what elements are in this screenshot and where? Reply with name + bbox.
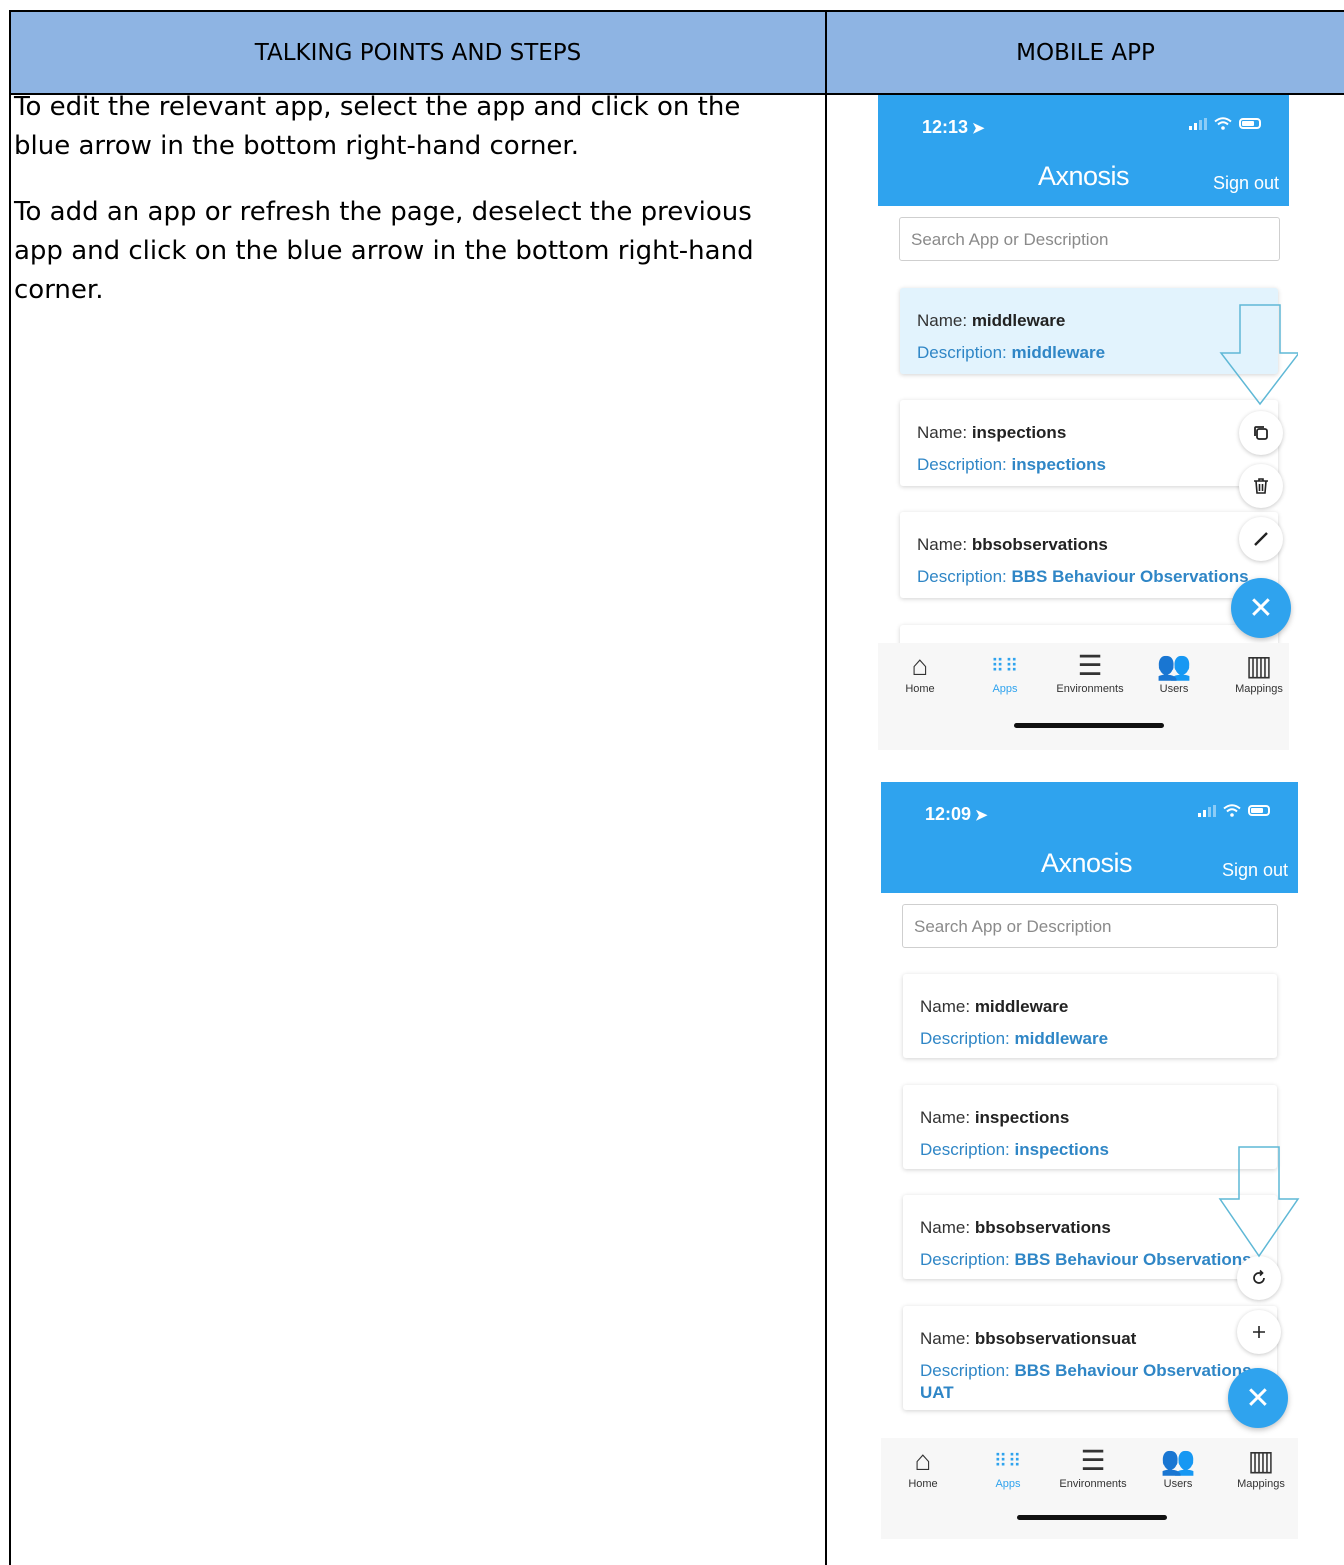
wifi-icon (1223, 804, 1241, 817)
apps-grid-icon: ⠿⠿ (993, 1451, 1023, 1471)
location-arrow-icon: ➤ (975, 807, 988, 824)
header-mobile-app: MOBILE APP (825, 10, 1344, 95)
axnosis-logo: Axnosis (1041, 848, 1133, 878)
header-talking-points: TALKING POINTS AND STEPS (9, 10, 827, 95)
status-icons (1189, 117, 1261, 130)
search-input[interactable]: Search App or Description (902, 904, 1278, 948)
bottom-tab-bar: ⌂ Home ⠿⠿ Apps ☰ Environments 👥 Users ▥ Mappi… (878, 643, 1289, 750)
location-arrow-icon: ➤ (972, 120, 985, 137)
tab-mappings[interactable]: ▥ Mappings (1219, 1444, 1301, 1490)
home-icon: ⌂ (911, 650, 929, 681)
app-name: middleware (971, 311, 1066, 330)
tab-users[interactable]: 👥 Users (1132, 649, 1216, 695)
status-time: 12:13 ➤ (922, 117, 985, 137)
users-icon: 👥 (1156, 650, 1192, 681)
tab-environments[interactable]: ☰ Environments (1051, 1444, 1135, 1490)
phone-screenshot-add-refresh: 12:09 ➤ Axnosis Sign out Search App or De… (881, 782, 1301, 1539)
home-indicator (1017, 1515, 1167, 1520)
annotation-arrow-icon (1218, 1146, 1300, 1258)
app-card[interactable]: Name: inspections Description: inspectio… (900, 400, 1278, 486)
app-name: middleware (974, 997, 1069, 1016)
copy-icon[interactable] (1239, 411, 1283, 455)
apps-grid-icon: ⠿⠿ (990, 656, 1020, 676)
app-name: inspections (971, 423, 1067, 442)
map-icon: ▥ (1245, 650, 1273, 681)
tab-home[interactable]: ⌂ Home (878, 649, 962, 695)
app-name: bbsobservationsuat (974, 1329, 1137, 1348)
status-icons (1198, 804, 1270, 817)
status-time: 12:09 ➤ (925, 804, 988, 824)
home-icon: ⌂ (914, 1445, 932, 1476)
tab-environments[interactable]: ☰ Environments (1048, 649, 1132, 695)
table-border-middle (825, 93, 827, 1565)
close-icon: ✕ (1245, 1380, 1271, 1416)
fab-close-button[interactable]: ✕ (1228, 1368, 1288, 1428)
users-icon: 👥 (1160, 1445, 1196, 1476)
axnosis-logo: Axnosis (1038, 161, 1130, 191)
sign-out-link[interactable]: Sign out (1222, 860, 1288, 881)
battery-icon (1248, 805, 1270, 816)
database-icon: ☰ (1077, 650, 1103, 681)
annotation-arrow-icon (1219, 304, 1298, 406)
app-description: BBS Behaviour Observations (1011, 567, 1249, 586)
app-description: inspections (1014, 1140, 1109, 1159)
app-card[interactable]: Name: bbsobservations Description: BBS B… (900, 512, 1278, 598)
app-card[interactable]: Name: middleware Description: middleware (903, 974, 1277, 1058)
plus-icon[interactable] (1237, 1310, 1281, 1354)
signal-icon (1189, 117, 1207, 130)
home-indicator (1014, 723, 1164, 728)
app-name: inspections (974, 1108, 1070, 1127)
app-description: inspections (1011, 455, 1106, 474)
sign-out-link[interactable]: Sign out (1213, 173, 1279, 194)
wifi-icon (1214, 117, 1232, 130)
tab-mappings[interactable]: ▥ Mappings (1217, 649, 1298, 695)
refresh-icon[interactable] (1237, 1256, 1281, 1300)
fab-close-button[interactable]: ✕ (1231, 578, 1291, 638)
app-header: 12:13 ➤ Axnosis Sign out (878, 95, 1289, 206)
battery-icon (1239, 118, 1261, 129)
pencil-icon[interactable] (1239, 517, 1283, 561)
steps-text: To edit the relevant app, select the app… (14, 88, 794, 337)
tab-home[interactable]: ⌂ Home (881, 1444, 965, 1490)
step-edit-app: To edit the relevant app, select the app… (14, 92, 741, 161)
trash-icon[interactable] (1239, 464, 1283, 508)
database-icon: ☰ (1080, 1445, 1106, 1476)
phone-screenshot-edit: 12:13 ➤ Axnosis Sign out Search App or De… (878, 95, 1298, 750)
close-icon: ✕ (1248, 590, 1274, 626)
app-header: 12:09 ➤ Axnosis Sign out (881, 782, 1298, 893)
bottom-tab-bar: ⌂ Home ⠿⠿ Apps ☰ Environments 👥 Users ▥ Mappi… (881, 1438, 1298, 1539)
signal-icon (1198, 804, 1216, 817)
app-card[interactable]: Name: bbsobservationsuat Description: BB… (903, 1306, 1277, 1410)
tab-users[interactable]: 👥 Users (1136, 1444, 1220, 1490)
tab-apps[interactable]: ⠿⠿ Apps (966, 1444, 1050, 1490)
map-icon: ▥ (1247, 1445, 1275, 1476)
app-name: bbsobservations (971, 535, 1108, 554)
step-add-refresh: To add an app or refresh the page, desel… (14, 197, 754, 305)
search-input[interactable]: Search App or Description (899, 217, 1280, 261)
tab-apps[interactable]: ⠿⠿ Apps (963, 649, 1047, 695)
app-description: middleware (1011, 343, 1106, 362)
app-name: bbsobservations (974, 1218, 1111, 1237)
table-border-left (9, 93, 11, 1565)
app-description: middleware (1014, 1029, 1109, 1048)
